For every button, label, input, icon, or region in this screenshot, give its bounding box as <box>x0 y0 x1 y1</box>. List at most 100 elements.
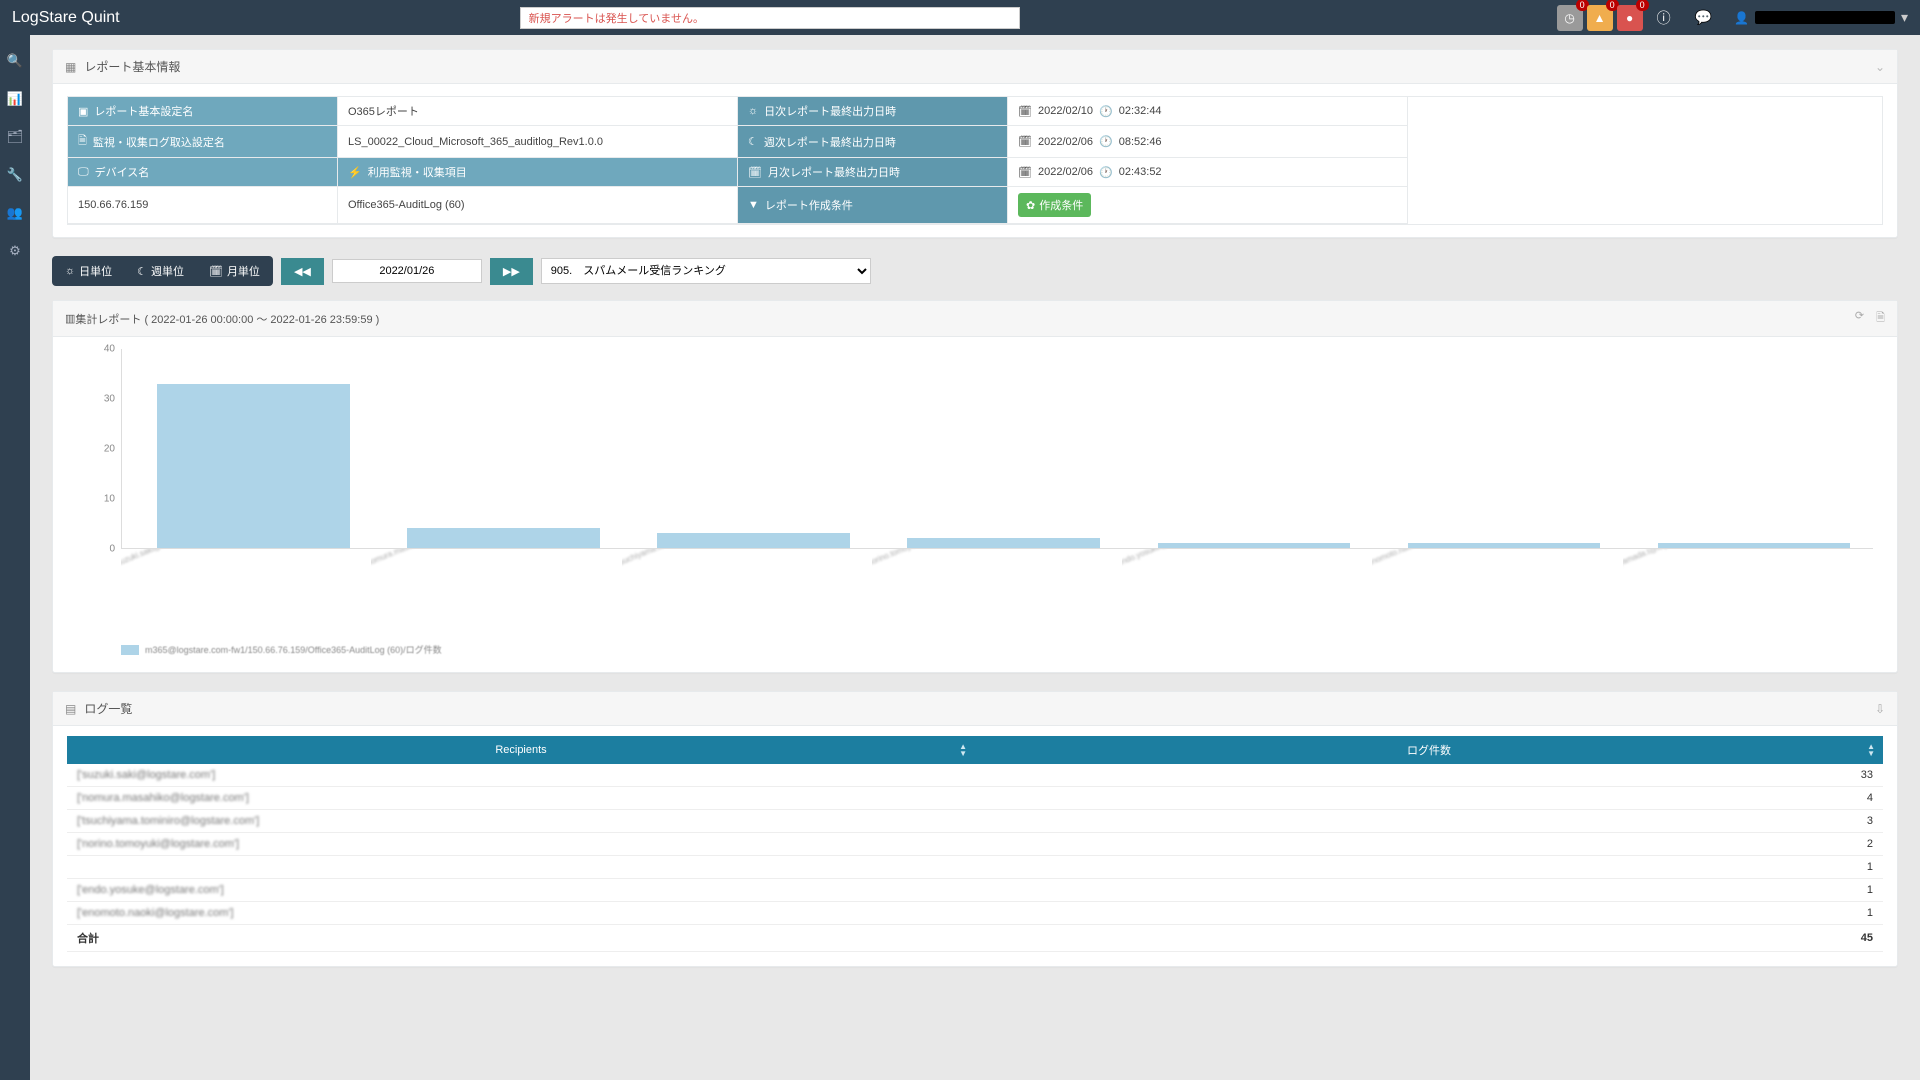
legend-text: m365@logstare.com-fw1/150.66.76.159/Offi… <box>145 643 442 656</box>
btn-prev[interactable]: ◀◀ <box>281 258 324 285</box>
sidebar-users[interactable]: 👥 <box>7 205 23 221</box>
x-label: ['tsuchiyama.tominiro@logstare.com'] <box>622 549 872 637</box>
chart-bar[interactable] <box>157 384 350 548</box>
recipient-cell: ['norino.tomoyuki@logstare.com'] <box>77 838 239 850</box>
col-count[interactable]: ログ件数▲▼ <box>975 736 1883 764</box>
chevron-down-icon[interactable]: ⌄ <box>1875 60 1885 74</box>
sidebar-dashboard[interactable]: 📊 <box>7 91 23 107</box>
calendar-icon: 🗓 <box>209 265 223 278</box>
value-weekly: 🗓2022/02/06 🕐08:52:46 <box>1008 126 1408 158</box>
user-menu[interactable]: 👤 ▾ <box>1734 9 1908 26</box>
alert-badge-grey[interactable]: ◷ 0 <box>1557 5 1583 31</box>
sidebar: 🔍 📊 🗂 🔧 👥 ⚙ <box>0 35 30 1080</box>
controls-row: ☼日単位 ☾週単位 🗓月単位 ◀◀ ▶▶ 905. スパムメール受信ランキング <box>52 256 1898 286</box>
sort-icon: ▲▼ <box>1867 743 1875 757</box>
report-select[interactable]: 905. スパムメール受信ランキング <box>541 258 871 284</box>
list-icon: ▤ <box>65 702 76 716</box>
count-cell: 1 <box>975 879 1883 902</box>
x-label: ['endo.yosuke@logstare.com'] <box>1122 549 1372 637</box>
bolt-icon: ⚡ <box>348 166 362 179</box>
label-daily: 日次レポート最終出力日時 <box>764 103 896 119</box>
x-label: ['norino.tomoyuki@logstare.com'] <box>872 549 1122 637</box>
basic-info-header: ▦ レポート基本情報 ⌄ <box>53 50 1897 84</box>
chart-icon: ▥ <box>65 312 75 325</box>
table-row[interactable]: ['norino.tomoyuki@logstare.com']2 <box>67 833 1883 856</box>
btn-monthly[interactable]: 🗓月単位 <box>196 256 273 286</box>
alert-count-red: 0 <box>1636 0 1649 11</box>
y-tick: 10 <box>104 494 115 505</box>
btn-weekly[interactable]: ☾週単位 <box>124 256 196 286</box>
chart-panel: ▥ 集計レポート ( 2022-01-26 00:00:00 ～ 2022-01… <box>52 300 1898 673</box>
alert-badge-orange[interactable]: ▲ 0 <box>1587 5 1613 31</box>
sidebar-settings[interactable]: ⚙ <box>9 243 21 259</box>
alert-banner: 新規アラートは発生していません。 <box>520 7 1020 29</box>
chart-bar[interactable] <box>657 533 850 548</box>
total-label: 合計 <box>67 925 975 952</box>
moon-icon: ☾ <box>137 265 147 278</box>
value-report-name: O365レポート <box>338 97 738 126</box>
calendar-icon: 🗓 <box>1018 166 1032 179</box>
refresh-icon[interactable]: ⟳ <box>1855 309 1864 328</box>
y-tick: 20 <box>104 444 115 455</box>
btn-daily[interactable]: ☼日単位 <box>52 256 124 286</box>
value-monthly: 🗓2022/02/06 🕐02:43:52 <box>1008 158 1408 187</box>
chart-bar[interactable] <box>407 528 600 548</box>
recipient-cell: ['enomoto.naoki@logstare.com'] <box>77 907 234 919</box>
sidebar-search[interactable]: 🔍 <box>7 53 23 69</box>
label-condition: レポート作成条件 <box>765 197 853 213</box>
recipient-cell: ['tsuchiyama.tominiro@logstare.com'] <box>77 815 259 827</box>
btn-next[interactable]: ▶▶ <box>490 258 533 285</box>
chart-icon: ▣ <box>78 105 88 118</box>
brand-title: LogStare Quint <box>12 9 140 27</box>
label-monthly: 月次レポート最終出力日時 <box>768 164 900 180</box>
clock-icon: ◷ <box>1564 11 1574 25</box>
chat-icon[interactable]: 💬 <box>1695 9 1712 26</box>
user-name-redacted <box>1755 11 1895 24</box>
alert-badge-red[interactable]: ● 0 <box>1617 5 1643 31</box>
x-label: ['enomoto.naoki@logstare.com'] <box>1372 549 1622 637</box>
sun-icon: ☼ <box>65 265 75 277</box>
chevron-down-icon: ▾ <box>1901 9 1908 26</box>
info-icon[interactable]: ⓘ <box>1657 8 1671 28</box>
chart-bar[interactable] <box>1658 543 1851 548</box>
chart-bar[interactable] <box>1408 543 1601 548</box>
legend-swatch <box>121 645 139 655</box>
y-tick: 30 <box>104 394 115 405</box>
chart-area: 010203040 <box>77 349 1873 549</box>
topbar-right: ◷ 0 ▲ 0 ● 0 ⓘ 💬 👤 ▾ <box>1557 5 1908 31</box>
date-input[interactable] <box>332 259 482 283</box>
table-row[interactable]: ['nomura.masahiko@logstare.com']4 <box>67 787 1883 810</box>
sidebar-reports[interactable]: 🗂 <box>7 129 24 145</box>
condition-button[interactable]: ✿作成条件 <box>1018 193 1091 217</box>
count-cell: 1 <box>975 856 1883 879</box>
warning-icon: ▲ <box>1594 11 1606 25</box>
chart-bar[interactable] <box>1158 543 1351 548</box>
chart-legend: m365@logstare.com-fw1/150.66.76.159/Offi… <box>77 639 1873 656</box>
total-row: 合計 45 <box>67 925 1883 952</box>
table-row[interactable]: 1 <box>67 856 1883 879</box>
y-tick: 40 <box>104 344 115 355</box>
chart-bar[interactable] <box>907 538 1100 548</box>
table-row[interactable]: ['tsuchiyama.tominiro@logstare.com'] 3 <box>67 810 1883 833</box>
label-weekly: 週次レポート最終出力日時 <box>764 134 896 150</box>
value-monitor-item: Office365-AuditLog (60) <box>338 187 738 224</box>
table-row[interactable]: ['enomoto.naoki@logstare.com']1 <box>67 902 1883 925</box>
recipient-cell: ['endo.yosuke@logstare.com'] <box>77 884 224 896</box>
sort-icon: ▲▼ <box>959 743 967 757</box>
table-row[interactable]: ['endo.yosuke@logstare.com'] 1 <box>67 879 1883 902</box>
sidebar-tools[interactable]: 🔧 <box>7 167 23 183</box>
basic-info-grid: ▣レポート基本設定名 O365レポート ☼日次レポート最終出力日時 🗓2022/… <box>67 96 1883 225</box>
download-icon[interactable]: ⇩ <box>1875 702 1885 716</box>
col-recipients[interactable]: Recipients▲▼ <box>67 736 975 764</box>
table-row[interactable]: ['suzuki.saki@logstare.com']33 <box>67 764 1883 787</box>
log-title: ログ一覧 <box>84 700 132 717</box>
basic-info-title: レポート基本情報 <box>84 58 180 75</box>
count-cell: 3 <box>975 810 1883 833</box>
clock-icon: 🕐 <box>1099 105 1113 118</box>
label-log-setting: 監視・収集ログ取込設定名 <box>93 134 225 150</box>
label-report-name: レポート基本設定名 <box>94 103 193 119</box>
clock-icon: 🕐 <box>1099 135 1113 148</box>
x-label: ['yamada.t@logstare.com'] <box>1623 549 1873 637</box>
value-daily: 🗓2022/02/10 🕐02:32:44 <box>1008 97 1408 126</box>
export-icon[interactable]: 🗎 <box>1876 309 1885 328</box>
